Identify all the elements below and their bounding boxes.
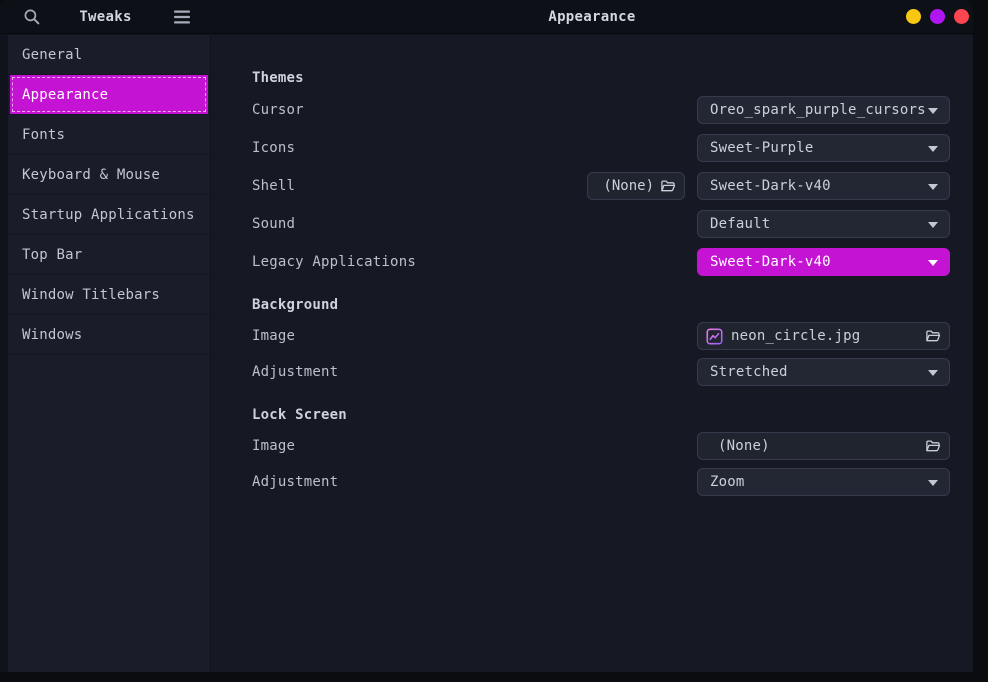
- close-button[interactable]: [954, 9, 969, 24]
- maximize-button[interactable]: [930, 9, 945, 24]
- row-sound-theme: Sound Default: [252, 210, 950, 238]
- chevron-down-icon: [928, 480, 938, 486]
- sidebar-item-label: Appearance: [22, 87, 108, 103]
- row-icon-theme: Icons Sweet-Purple: [252, 134, 950, 162]
- sidebar-item-label: Startup Applications: [22, 207, 195, 223]
- sidebar-item-windows[interactable]: Windows: [8, 315, 210, 355]
- legacy-applications-label: Legacy Applications: [252, 254, 416, 270]
- chevron-down-icon: [928, 260, 938, 266]
- shell-theme-dropdown[interactable]: Sweet-Dark-v40: [697, 172, 950, 200]
- chevron-down-icon: [928, 184, 938, 190]
- sidebar-item-label: Top Bar: [22, 247, 82, 263]
- sidebar-item-appearance[interactable]: Appearance: [8, 75, 210, 115]
- chevron-down-icon: [928, 370, 938, 376]
- chevron-down-icon: [928, 108, 938, 114]
- sidebar-item-label: Fonts: [22, 127, 65, 143]
- section-title-lock-screen: Lock Screen: [252, 405, 347, 425]
- dropdown-value: Oreo_spark_purple_cursors: [710, 102, 926, 118]
- sound-label: Sound: [252, 216, 295, 232]
- image-icon: [706, 328, 723, 345]
- lock-screen-image-file-button[interactable]: (None): [697, 432, 950, 460]
- dropdown-value: Default: [710, 216, 770, 232]
- background-adjustment-label: Adjustment: [252, 364, 338, 380]
- sidebar-item-fonts[interactable]: Fonts: [8, 115, 210, 155]
- row-legacy-applications-theme: Legacy Applications Sweet-Dark-v40: [252, 248, 950, 276]
- sidebar-item-keyboard-mouse[interactable]: Keyboard & Mouse: [8, 155, 210, 195]
- section-title-background: Background: [252, 295, 338, 315]
- row-lock-screen-image: Image (None): [252, 432, 950, 460]
- sidebar-item-label: Windows: [22, 327, 82, 343]
- lock-screen-image-label: Image: [252, 438, 295, 454]
- window-controls: [906, 9, 969, 24]
- sidebar: General Appearance Fonts Keyboard & Mous…: [8, 35, 211, 672]
- row-background-adjustment: Adjustment Stretched: [252, 358, 950, 386]
- icons-label: Icons: [252, 140, 295, 156]
- row-shell-theme: Shell (None) Sweet-Dark-v40: [252, 172, 950, 200]
- dropdown-value: Sweet-Purple: [710, 140, 814, 156]
- shell-theme-file-button[interactable]: (None): [587, 172, 685, 200]
- cursor-theme-dropdown[interactable]: Oreo_spark_purple_cursors: [697, 96, 950, 124]
- menu-button[interactable]: [173, 10, 191, 24]
- page-title: Appearance: [211, 0, 973, 34]
- sidebar-item-startup-applications[interactable]: Startup Applications: [8, 195, 210, 235]
- row-cursor-theme: Cursor Oreo_spark_purple_cursors: [252, 96, 950, 124]
- cursor-label: Cursor: [252, 102, 304, 118]
- sidebar-item-window-titlebars[interactable]: Window Titlebars: [8, 275, 210, 315]
- sidebar-item-label: General: [22, 47, 82, 63]
- dropdown-value: Stretched: [710, 364, 788, 380]
- sidebar-item-label: Window Titlebars: [22, 287, 160, 303]
- sound-theme-dropdown[interactable]: Default: [697, 210, 950, 238]
- lock-screen-adjustment-dropdown[interactable]: Zoom: [697, 468, 950, 496]
- background-image-label: Image: [252, 328, 295, 344]
- sidebar-item-general[interactable]: General: [8, 35, 210, 75]
- chevron-down-icon: [928, 222, 938, 228]
- file-button-value: (None): [718, 438, 770, 454]
- legacy-applications-theme-dropdown[interactable]: Sweet-Dark-v40: [697, 248, 950, 276]
- lock-screen-adjustment-label: Adjustment: [252, 474, 338, 490]
- file-button-value: neon_circle.jpg: [731, 328, 860, 344]
- sidebar-item-top-bar[interactable]: Top Bar: [8, 235, 210, 275]
- open-folder-icon: [660, 178, 676, 194]
- sidebar-item-label: Keyboard & Mouse: [22, 167, 160, 183]
- open-folder-icon: [925, 328, 941, 344]
- row-background-image: Image neon_circle.jpg: [252, 322, 950, 350]
- file-button-value: (None): [603, 178, 654, 194]
- tweaks-window: Tweaks Appearance General Appearance: [0, 0, 973, 672]
- shell-label: Shell: [252, 178, 295, 194]
- background-adjustment-dropdown[interactable]: Stretched: [697, 358, 950, 386]
- minimize-button[interactable]: [906, 9, 921, 24]
- hamburger-icon: [173, 10, 191, 24]
- window-left-edge: [0, 35, 8, 672]
- chevron-down-icon: [928, 146, 938, 152]
- titlebar: Tweaks Appearance: [0, 0, 973, 34]
- appearance-panel: Themes Cursor Oreo_spark_purple_cursors …: [211, 35, 973, 672]
- dropdown-value: Sweet-Dark-v40: [710, 254, 831, 270]
- background-image-file-button[interactable]: neon_circle.jpg: [697, 322, 950, 350]
- open-folder-icon: [925, 438, 941, 454]
- dropdown-value: Sweet-Dark-v40: [710, 178, 831, 194]
- icon-theme-dropdown[interactable]: Sweet-Purple: [697, 134, 950, 162]
- section-title-themes: Themes: [252, 68, 304, 88]
- row-lock-screen-adjustment: Adjustment Zoom: [252, 468, 950, 496]
- dropdown-value: Zoom: [710, 474, 745, 490]
